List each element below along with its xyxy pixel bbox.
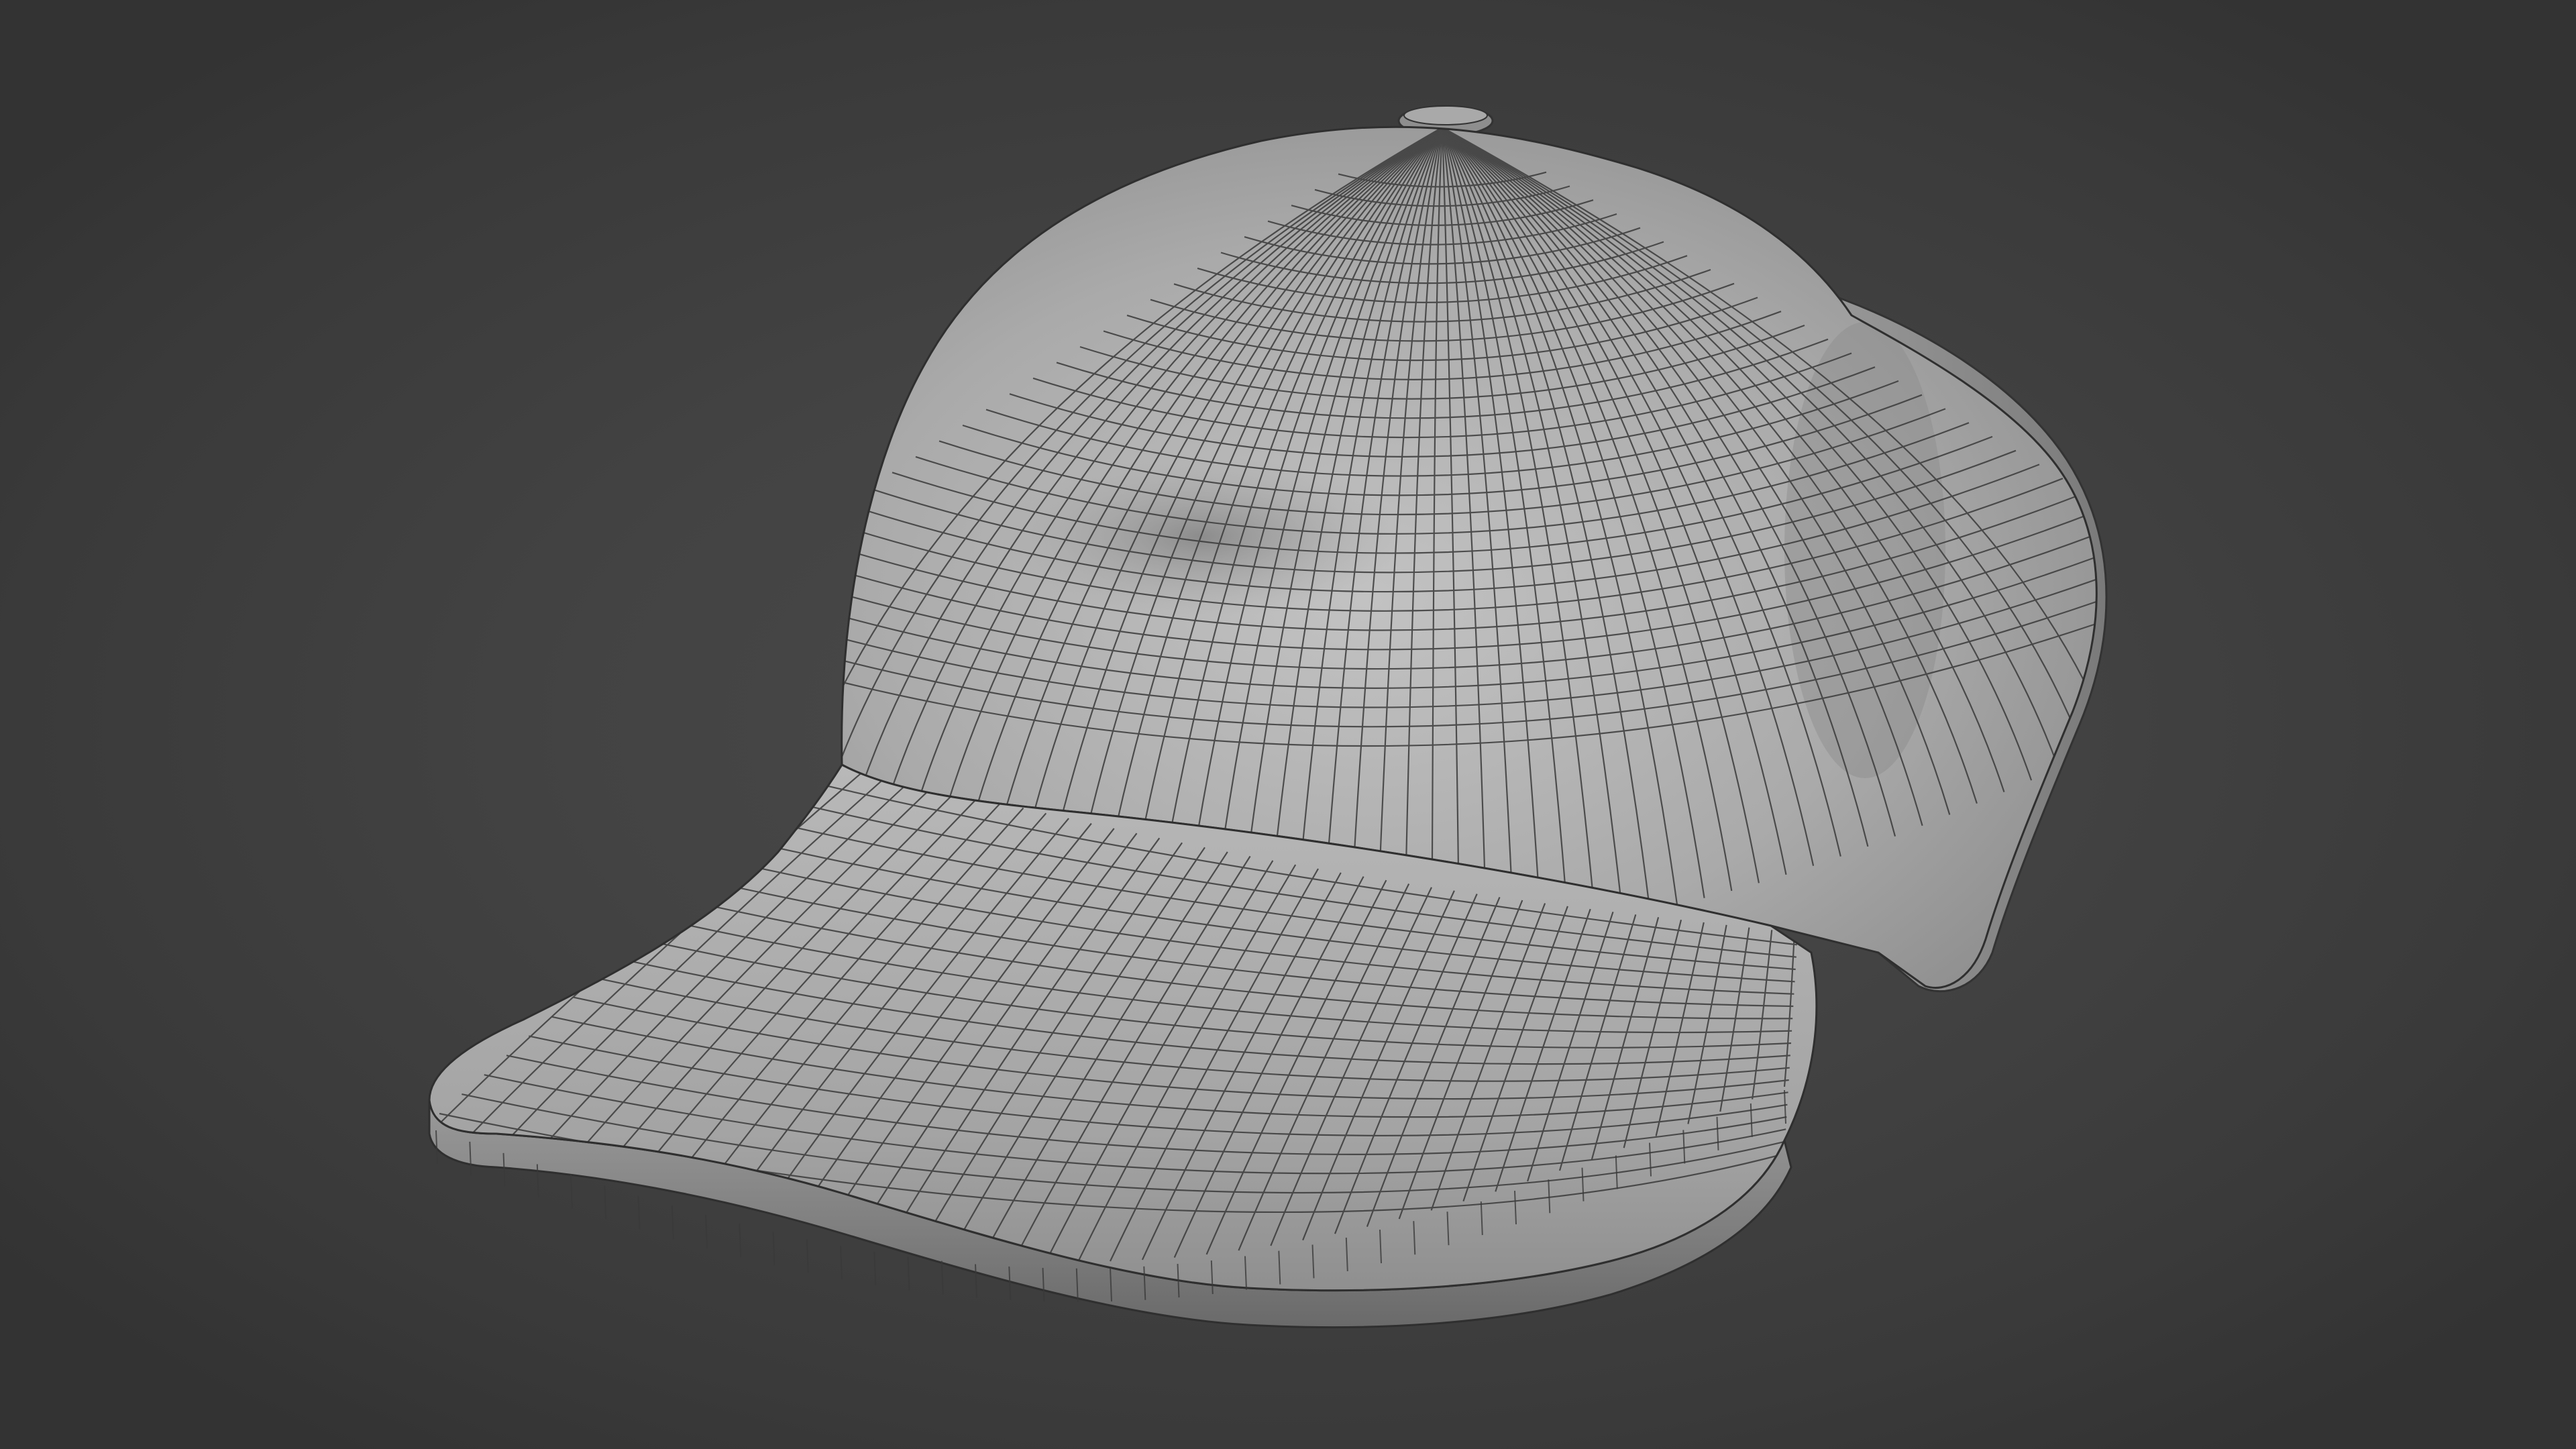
mesh-edge: [873, 1251, 877, 1285]
mesh-edge: [671, 1205, 674, 1240]
mesh-edge: [739, 1224, 742, 1258]
mesh-edge: [907, 1256, 910, 1291]
mesh-edge: [772, 1232, 775, 1266]
mesh-edge: [705, 1215, 708, 1249]
cap-render: [428, 105, 2108, 1329]
mesh-edge: [806, 1239, 809, 1273]
mesh-edge: [941, 1260, 944, 1295]
mesh-edge: [840, 1246, 843, 1280]
mesh-edge: [570, 1175, 573, 1209]
3d-viewport[interactable]: [0, 0, 2576, 1449]
mesh-edge: [604, 1185, 607, 1220]
mesh-edge: [637, 1195, 641, 1230]
